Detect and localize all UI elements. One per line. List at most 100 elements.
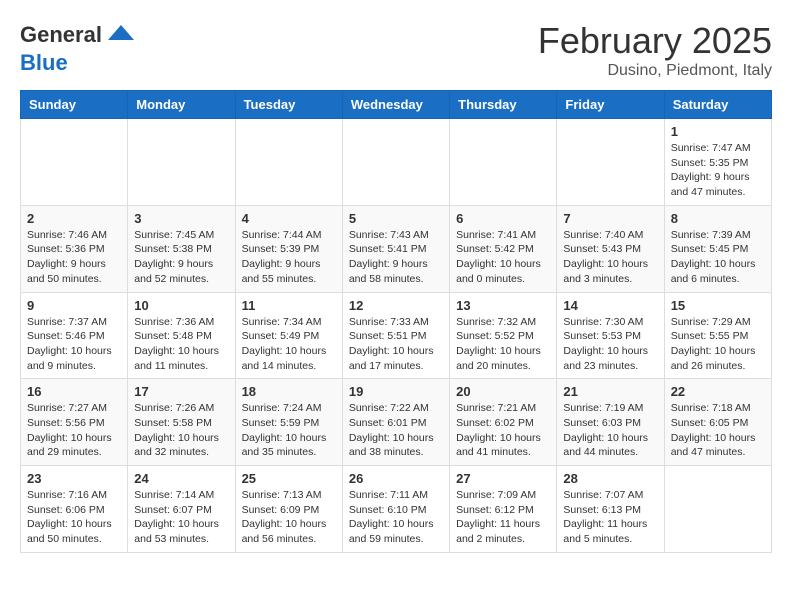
day-info: Sunrise: 7:33 AM Sunset: 5:51 PM Dayligh… [349, 315, 443, 374]
calendar-cell [235, 119, 342, 206]
calendar-cell: 6 Sunrise: 7:41 AM Sunset: 5:42 PM Daylig… [450, 205, 557, 292]
day-info: Sunrise: 7:27 AM Sunset: 5:56 PM Dayligh… [27, 401, 121, 460]
day-info: Sunrise: 7:14 AM Sunset: 6:07 PM Dayligh… [134, 488, 228, 547]
day-info: Sunrise: 7:11 AM Sunset: 6:10 PM Dayligh… [349, 488, 443, 547]
day-info: Sunrise: 7:13 AM Sunset: 6:09 PM Dayligh… [242, 488, 336, 547]
weekday-header-tuesday: Tuesday [235, 91, 342, 119]
location: Dusino, Piedmont, Italy [538, 62, 772, 80]
day-number: 15 [671, 298, 765, 313]
day-info: Sunrise: 7:21 AM Sunset: 6:02 PM Dayligh… [456, 401, 550, 460]
day-info: Sunrise: 7:19 AM Sunset: 6:03 PM Dayligh… [563, 401, 657, 460]
day-number: 6 [456, 211, 550, 226]
calendar-cell [450, 119, 557, 206]
calendar-cell: 23 Sunrise: 7:16 AM Sunset: 6:06 PM Dayli… [21, 466, 128, 553]
weekday-header-saturday: Saturday [664, 91, 771, 119]
calendar-cell [557, 119, 664, 206]
day-number: 28 [563, 471, 657, 486]
calendar-week-row: 23 Sunrise: 7:16 AM Sunset: 6:06 PM Dayli… [21, 466, 772, 553]
day-number: 23 [27, 471, 121, 486]
day-number: 22 [671, 384, 765, 399]
day-number: 4 [242, 211, 336, 226]
day-info: Sunrise: 7:29 AM Sunset: 5:55 PM Dayligh… [671, 315, 765, 374]
calendar-cell: 4 Sunrise: 7:44 AM Sunset: 5:39 PM Daylig… [235, 205, 342, 292]
title-block: February 2025 Dusino, Piedmont, Italy [538, 20, 772, 80]
day-number: 13 [456, 298, 550, 313]
day-info: Sunrise: 7:16 AM Sunset: 6:06 PM Dayligh… [27, 488, 121, 547]
calendar-week-row: 9Sunrise: 7:37 AM Sunset: 5:46 PM Daylig… [21, 292, 772, 379]
calendar-cell: 10 Sunrise: 7:36 AM Sunset: 5:48 PM Dayli… [128, 292, 235, 379]
day-info: Sunrise: 7:26 AM Sunset: 5:58 PM Dayligh… [134, 401, 228, 460]
calendar-cell: 19Sunrise: 7:22 AM Sunset: 6:01 PM Dayli… [342, 379, 449, 466]
day-info: Sunrise: 7:36 AM Sunset: 5:48 PM Dayligh… [134, 315, 228, 374]
day-info: Sunrise: 7:32 AM Sunset: 5:52 PM Dayligh… [456, 315, 550, 374]
logo-general-text: General [20, 22, 102, 48]
day-info: Sunrise: 7:18 AM Sunset: 6:05 PM Dayligh… [671, 401, 765, 460]
day-number: 5 [349, 211, 443, 226]
day-number: 26 [349, 471, 443, 486]
day-info: Sunrise: 7:41 AM Sunset: 5:42 PM Dayligh… [456, 228, 550, 287]
calendar-cell [21, 119, 128, 206]
calendar-cell: 12 Sunrise: 7:33 AM Sunset: 5:51 PM Dayli… [342, 292, 449, 379]
calendar-cell: 17 Sunrise: 7:26 AM Sunset: 5:58 PM Dayli… [128, 379, 235, 466]
day-number: 12 [349, 298, 443, 313]
day-info: Sunrise: 7:07 AM Sunset: 6:13 PM Dayligh… [563, 488, 657, 547]
day-number: 2 [27, 211, 121, 226]
day-info: Sunrise: 7:40 AM Sunset: 5:43 PM Dayligh… [563, 228, 657, 287]
calendar-cell [342, 119, 449, 206]
logo: General Blue [20, 20, 136, 76]
day-number: 24 [134, 471, 228, 486]
day-info: Sunrise: 7:46 AM Sunset: 5:36 PM Dayligh… [27, 228, 121, 287]
calendar-cell: 20Sunrise: 7:21 AM Sunset: 6:02 PM Dayli… [450, 379, 557, 466]
calendar-cell: 1 Sunrise: 7:47 AM Sunset: 5:35 PM Daylig… [664, 119, 771, 206]
day-info: Sunrise: 7:24 AM Sunset: 5:59 PM Dayligh… [242, 401, 336, 460]
calendar-cell: 15 Sunrise: 7:29 AM Sunset: 5:55 PM Dayli… [664, 292, 771, 379]
day-info: Sunrise: 7:43 AM Sunset: 5:41 PM Dayligh… [349, 228, 443, 287]
calendar-cell: 11Sunrise: 7:34 AM Sunset: 5:49 PM Dayli… [235, 292, 342, 379]
weekday-header-wednesday: Wednesday [342, 91, 449, 119]
calendar-cell: 22 Sunrise: 7:18 AM Sunset: 6:05 PM Dayli… [664, 379, 771, 466]
calendar-week-row: 1 Sunrise: 7:47 AM Sunset: 5:35 PM Daylig… [21, 119, 772, 206]
calendar-cell: 3Sunrise: 7:45 AM Sunset: 5:38 PM Daylig… [128, 205, 235, 292]
day-number: 8 [671, 211, 765, 226]
logo-icon [106, 20, 136, 50]
day-info: Sunrise: 7:47 AM Sunset: 5:35 PM Dayligh… [671, 141, 765, 200]
day-info: Sunrise: 7:22 AM Sunset: 6:01 PM Dayligh… [349, 401, 443, 460]
weekday-header-sunday: Sunday [21, 91, 128, 119]
calendar-cell: 5 Sunrise: 7:43 AM Sunset: 5:41 PM Daylig… [342, 205, 449, 292]
day-number: 17 [134, 384, 228, 399]
calendar-cell: 21 Sunrise: 7:19 AM Sunset: 6:03 PM Dayli… [557, 379, 664, 466]
day-info: Sunrise: 7:44 AM Sunset: 5:39 PM Dayligh… [242, 228, 336, 287]
day-number: 9 [27, 298, 121, 313]
day-number: 21 [563, 384, 657, 399]
day-number: 25 [242, 471, 336, 486]
calendar-cell: 18 Sunrise: 7:24 AM Sunset: 5:59 PM Dayli… [235, 379, 342, 466]
day-number: 3 [134, 211, 228, 226]
day-number: 10 [134, 298, 228, 313]
day-number: 14 [563, 298, 657, 313]
day-number: 7 [563, 211, 657, 226]
calendar-cell: 16 Sunrise: 7:27 AM Sunset: 5:56 PM Dayli… [21, 379, 128, 466]
month-title: February 2025 [538, 20, 772, 62]
calendar-cell: 27Sunrise: 7:09 AM Sunset: 6:12 PM Dayli… [450, 466, 557, 553]
calendar-cell: 9Sunrise: 7:37 AM Sunset: 5:46 PM Daylig… [21, 292, 128, 379]
calendar-cell: 28 Sunrise: 7:07 AM Sunset: 6:13 PM Dayli… [557, 466, 664, 553]
day-info: Sunrise: 7:39 AM Sunset: 5:45 PM Dayligh… [671, 228, 765, 287]
calendar-cell: 13 Sunrise: 7:32 AM Sunset: 5:52 PM Dayli… [450, 292, 557, 379]
day-number: 18 [242, 384, 336, 399]
day-info: Sunrise: 7:30 AM Sunset: 5:53 PM Dayligh… [563, 315, 657, 374]
calendar-cell: 24 Sunrise: 7:14 AM Sunset: 6:07 PM Dayli… [128, 466, 235, 553]
calendar-week-row: 2 Sunrise: 7:46 AM Sunset: 5:36 PM Daylig… [21, 205, 772, 292]
day-number: 16 [27, 384, 121, 399]
day-info: Sunrise: 7:34 AM Sunset: 5:49 PM Dayligh… [242, 315, 336, 374]
page-header: General Blue February 2025 Dusino, Piedm… [20, 20, 772, 80]
calendar-cell: 26 Sunrise: 7:11 AM Sunset: 6:10 PM Dayli… [342, 466, 449, 553]
weekday-header-thursday: Thursday [450, 91, 557, 119]
calendar-week-row: 16 Sunrise: 7:27 AM Sunset: 5:56 PM Dayli… [21, 379, 772, 466]
day-info: Sunrise: 7:09 AM Sunset: 6:12 PM Dayligh… [456, 488, 550, 547]
weekday-header-row: SundayMondayTuesdayWednesdayThursdayFrid… [21, 91, 772, 119]
calendar-cell: 14 Sunrise: 7:30 AM Sunset: 5:53 PM Dayli… [557, 292, 664, 379]
calendar-table: SundayMondayTuesdayWednesdayThursdayFrid… [20, 90, 772, 553]
calendar-cell: 8 Sunrise: 7:39 AM Sunset: 5:45 PM Daylig… [664, 205, 771, 292]
weekday-header-monday: Monday [128, 91, 235, 119]
day-number: 1 [671, 124, 765, 139]
